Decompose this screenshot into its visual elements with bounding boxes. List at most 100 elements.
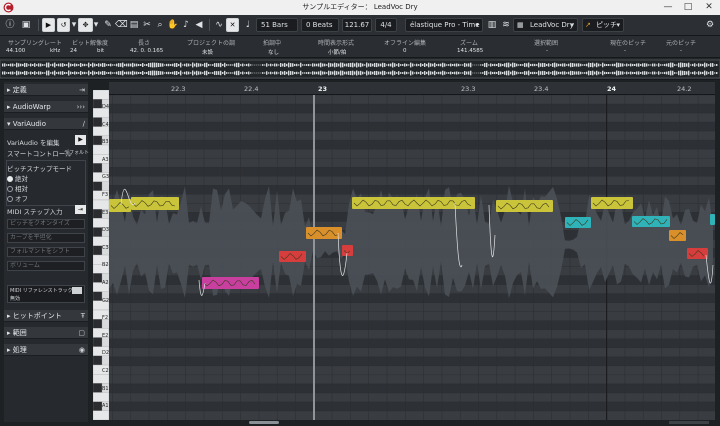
info-icon[interactable]: ⓘ [4,19,16,31]
info-value[interactable]: - [624,48,626,54]
pitch-segment[interactable] [342,245,353,256]
timeline-ruler[interactable]: 22.3 22.4 23 23.3 23.4 24 24.2 [109,82,715,95]
scroll-thumb[interactable] [249,421,279,424]
track-select[interactable]: ▦ LeadVoc Dry ▾ [513,18,578,32]
offset-field[interactable]: 0 Beats [301,18,339,32]
info-label: 長さ [138,40,151,47]
warp-icon: ››› [76,103,85,111]
info-value[interactable]: 42. 0. 0.165 [130,48,163,54]
erase-tool-icon[interactable]: ⌫ [115,19,128,31]
algorithm-select[interactable]: élastique Pro - Time ▾ [405,18,483,32]
algorithm-value: élastique Pro - Time [410,21,480,29]
pitch-select[interactable]: ↗ ピッチ ▾ [582,18,624,32]
straighten-curve-button[interactable]: カーブを平坦化 [7,233,85,243]
snap-button[interactable]: ✕ [226,18,239,32]
close-icon[interactable]: ✕ [699,0,719,15]
maximize-icon[interactable]: □ [678,0,698,15]
key-label: A2 [102,280,109,286]
section-process[interactable]: ▸ 処理 ◉ [4,344,88,356]
volume-slider[interactable]: ボリューム [7,261,85,271]
radio-off-icon [7,186,13,192]
ruler-tick: 23.3 [461,85,476,93]
length-field[interactable]: 51 Bars [256,18,298,32]
chevron-down-icon[interactable]: ▾ [93,19,99,31]
info-label: 元のピッチ [666,40,697,47]
key-label: G3 [102,174,110,181]
gear-icon[interactable]: ⚙ [704,19,716,31]
range-tool-icon[interactable]: ▤ [128,19,140,31]
pitch-segment[interactable] [131,197,179,210]
sample-editor-canvas[interactable] [109,95,715,420]
pitch-segment[interactable] [279,251,306,262]
pitch-segment[interactable] [109,199,131,212]
vertical-scrollbar[interactable] [715,82,720,426]
pitch-tool-icon[interactable]: ∿ [213,19,225,31]
snap-absolute-radio[interactable]: 絶対 [7,173,28,183]
chevron-down-icon: ▾ [616,21,620,29]
smart-control-label: スマートコントロール [7,150,72,158]
info-value[interactable]: 24 [70,48,77,54]
audio-icon[interactable]: ▥ [486,19,498,31]
info-value[interactable]: 未設 [202,48,213,56]
pitch-segment[interactable] [306,227,342,239]
pointer-tool-button[interactable]: ✥ [78,18,93,32]
midi-step-button[interactable]: ⇥ [75,205,86,214]
section-label: 定義 [12,86,27,94]
speaker-icon[interactable]: ◀ [193,19,205,31]
section-definition[interactable]: ▸ 定義 ⇥ [4,84,88,96]
zoom-slider[interactable] [669,421,709,424]
key-label: F2 [102,315,109,322]
info-value[interactable]: 141.4585 [457,48,483,54]
midi-ref-value: 無効 [10,296,21,302]
info-value[interactable]: 小節/拍 [328,48,346,56]
info-value[interactable]: 44.100 [6,48,25,54]
pitch-snap-mode-label: ピッチスナップモード [7,165,72,173]
key-label: F3 [102,192,109,198]
section-hitpoint[interactable]: ▸ ヒットポイント Ŧ [4,310,88,322]
section-label: AudioWarp [12,103,51,111]
play-button[interactable]: ▶ [42,18,55,32]
overview-lane[interactable] [0,58,720,80]
info-value[interactable]: - [680,48,682,54]
pencil-tool-icon[interactable]: ✎ [102,19,114,31]
pitch-segment[interactable] [565,217,591,228]
section-variaudio[interactable]: ▾ VariAudio ∕ [4,118,88,130]
variaudio-edit-button[interactable]: ▶ [75,135,86,145]
midi-reference-select[interactable]: MIDI リファレンストラック 無効 [7,285,85,303]
quantize-pitch-button[interactable]: ピッチをクオンタイズ [7,219,85,229]
signature-field[interactable]: 4/4 [375,18,397,32]
info-label: 選択範囲 [534,40,559,47]
horizontal-scrollbar[interactable] [109,420,715,426]
info-value[interactable]: なし [268,48,279,56]
zoom-icon[interactable]: ⌕ [154,19,166,31]
key-label: D2 [102,350,110,357]
key-label: G2 [102,297,110,304]
radio-off-icon [7,196,13,202]
section-audiowarp[interactable]: ▸ AudioWarp ››› [4,101,88,113]
formant-shift-slider[interactable]: フォルマントをシフト [7,247,85,257]
pitch-segment[interactable] [632,216,670,227]
pitch-segment[interactable] [352,197,475,209]
section-label: 処理 [12,346,27,354]
info-value[interactable]: 0 [403,48,407,54]
tempo-field[interactable]: 121.67 [342,18,372,32]
pitch-segment[interactable] [687,248,708,259]
section-label: ヒットポイント [12,312,62,320]
audition-icon[interactable]: ♪ [180,19,192,31]
part-icon[interactable]: ≋ [500,19,512,31]
minimize-icon[interactable]: — [658,0,678,15]
loop-button[interactable]: ↺ [57,18,70,32]
hand-icon[interactable]: ✋ [167,19,179,31]
scissors-icon[interactable]: ✂ [141,19,153,31]
midi-step-label: MIDI ステップ入力 [7,208,63,216]
inspector-toggle-icon[interactable]: ▣ [20,19,32,31]
chevron-down-icon[interactable]: ▾ [71,19,77,31]
smart-control-value[interactable]: デフォルト [64,149,89,156]
snap-off-radio[interactable]: オフ [7,193,28,203]
playback-cursor[interactable] [313,95,315,420]
metronome-icon[interactable]: ♩ [242,19,254,31]
snap-relative-radio[interactable]: 相対 [7,183,28,193]
section-range[interactable]: ▸ 範囲 ▢ [4,327,88,339]
info-value[interactable]: - [546,48,548,54]
piano-keyboard[interactable]: D4 C4 B3 A3 G3 F3 E3 D3 C3 B2 A2 G2 F2 E2 D2 C2 B1 A1 [93,90,109,420]
